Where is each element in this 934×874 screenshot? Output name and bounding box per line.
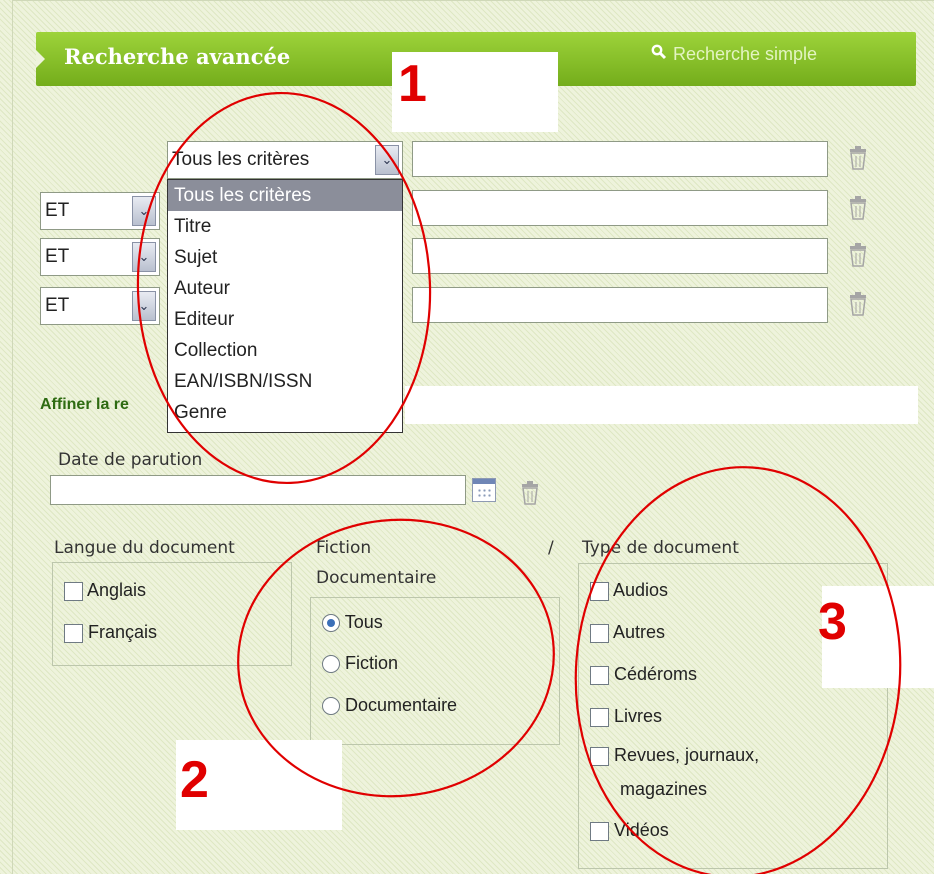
radio-label: Tous	[344, 612, 383, 632]
dropdown-option[interactable]: Editeur	[168, 304, 402, 335]
annotation-number-3: 3	[818, 593, 847, 651]
language-option-label: Anglais	[87, 580, 147, 600]
section-band	[405, 386, 918, 424]
criteria-text-input-2[interactable]	[412, 190, 828, 226]
page-title: Recherche avancée	[64, 44, 291, 69]
radio-label: Documentaire	[345, 695, 458, 715]
operator-select-3[interactable]: ET ⌄	[40, 287, 160, 325]
criteria-text-input-4[interactable]	[412, 287, 828, 323]
criteria-text-input-1[interactable]	[412, 141, 828, 177]
trash-icon[interactable]	[846, 146, 870, 172]
doctype-option-continuation: magazines	[620, 779, 708, 799]
dropdown-option[interactable]: Collection	[168, 335, 402, 366]
criteria-field-value: Tous les critères	[172, 149, 310, 170]
header-notch	[36, 50, 45, 68]
radio-option-documentaire[interactable]: Documentaire	[322, 695, 457, 716]
dropdown-option[interactable]: EAN/ISBN/ISSN	[168, 366, 402, 397]
language-option-label: Français	[88, 622, 158, 642]
doctype-option[interactable]: Livres	[590, 706, 662, 727]
doctype-option[interactable]: Vidéos	[590, 820, 669, 841]
fiction-label: Fiction	[316, 538, 372, 558]
checkbox[interactable]	[590, 746, 609, 766]
doctype-option-label: Cédéroms	[614, 664, 698, 684]
operator-value: ET	[45, 295, 70, 316]
chevron-down-icon[interactable]: ⌄	[132, 242, 156, 272]
doctype-option[interactable]: Audios	[590, 580, 668, 601]
search-icon	[651, 44, 667, 65]
radio-option-tous[interactable]: Tous	[322, 612, 383, 633]
checkbox[interactable]	[64, 581, 83, 601]
date-input[interactable]	[50, 475, 466, 505]
criteria-text-input-3[interactable]	[412, 238, 828, 274]
checkbox[interactable]	[590, 623, 609, 643]
chevron-down-icon[interactable]: ⌄	[132, 196, 156, 226]
trash-icon[interactable]	[846, 292, 870, 318]
date-label: Date de parution	[58, 450, 203, 470]
language-box	[52, 562, 292, 666]
checkbox[interactable]	[590, 821, 609, 841]
operator-value: ET	[45, 200, 70, 221]
doctype-option-label: Audios	[613, 580, 669, 600]
annotation-number-2: 2	[180, 751, 209, 809]
dropdown-option[interactable]: Titre	[168, 211, 402, 242]
chevron-down-icon[interactable]: ⌄	[132, 291, 156, 321]
operator-select-2[interactable]: ET ⌄	[40, 238, 160, 276]
dropdown-option[interactable]: Genre	[168, 397, 402, 428]
doctype-option-label: Autres	[613, 622, 666, 642]
checkbox[interactable]	[590, 707, 609, 727]
checkbox[interactable]	[590, 581, 609, 601]
language-option-anglais[interactable]: Anglais	[64, 580, 146, 601]
trash-icon[interactable]	[518, 481, 542, 507]
doctype-option-label: Revues, journaux,	[614, 745, 760, 765]
doctype-label: Type de document	[582, 538, 739, 558]
trash-icon[interactable]	[846, 243, 870, 269]
doctype-option[interactable]: Autres	[590, 622, 665, 643]
fiction-slash: /	[548, 538, 554, 558]
radio-label: Fiction	[345, 653, 399, 673]
simple-search-link[interactable]: Recherche simple	[651, 44, 817, 65]
doctype-option[interactable]: Revues, journaux,	[590, 745, 759, 766]
dropdown-option[interactable]: Sujet	[168, 242, 402, 273]
radio-button[interactable]	[322, 655, 340, 674]
documentaire-label: Documentaire	[316, 568, 437, 588]
radio-option-fiction[interactable]: Fiction	[322, 653, 398, 674]
refine-title: Affiner la re	[40, 396, 129, 413]
operator-value: ET	[45, 246, 70, 267]
simple-search-label: Recherche simple	[673, 44, 818, 64]
language-label: Langue du document	[54, 538, 235, 558]
annotation-number-1: 1	[398, 55, 427, 113]
radio-button[interactable]	[322, 697, 340, 716]
checkbox[interactable]	[64, 623, 83, 643]
criteria-dropdown-list[interactable]: Tous les critères Titre Sujet Auteur Edi…	[167, 179, 403, 433]
chevron-down-icon[interactable]: ⌄	[375, 145, 399, 175]
operator-select-1[interactable]: ET ⌄	[40, 192, 160, 230]
checkbox[interactable]	[590, 665, 609, 685]
criteria-field-select[interactable]: Tous les critères ⌄	[167, 141, 403, 179]
doctype-option-label: Livres	[614, 706, 663, 726]
calendar-icon[interactable]	[472, 478, 496, 502]
radio-button[interactable]	[322, 614, 340, 633]
doctype-option[interactable]: Cédéroms	[590, 664, 697, 685]
doctype-option-label: Vidéos	[614, 820, 669, 840]
language-option-francais[interactable]: Français	[64, 622, 157, 643]
page-top-border	[12, 0, 934, 8]
trash-icon[interactable]	[846, 196, 870, 222]
dropdown-option[interactable]: Auteur	[168, 273, 402, 304]
page-left-border	[12, 0, 13, 874]
dropdown-option[interactable]: Tous les critères	[168, 180, 402, 211]
